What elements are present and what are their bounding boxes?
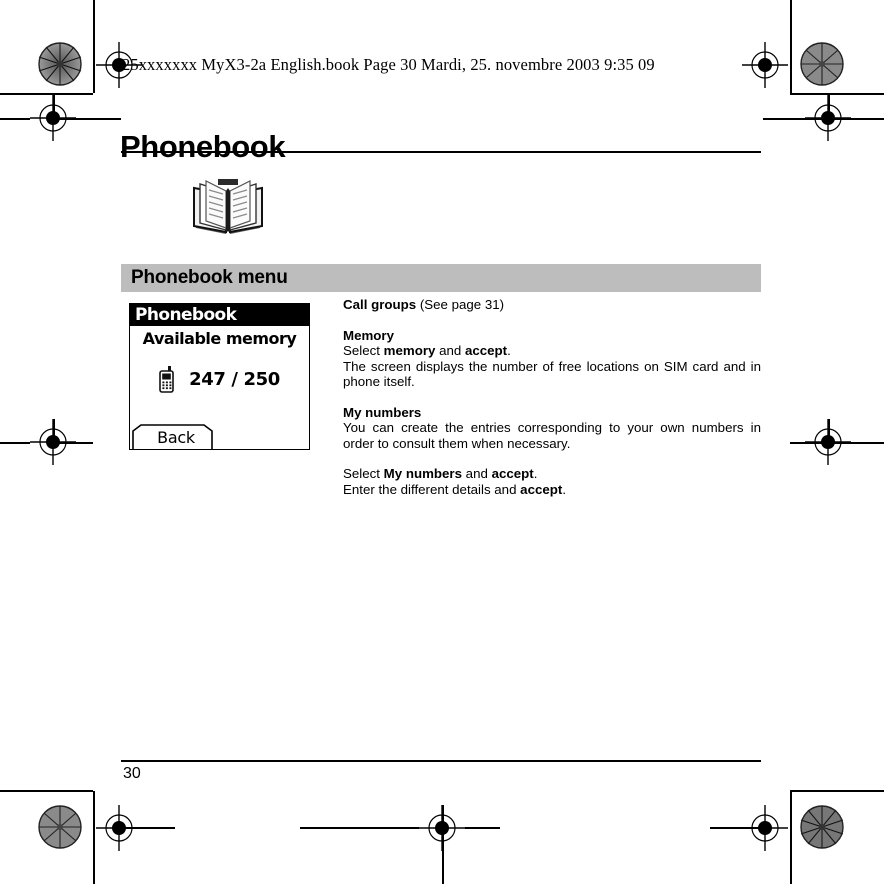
my-numbers-heading: My numbers — [343, 404, 422, 420]
phone-screen-subtitle: Available memory — [142, 329, 297, 348]
enter-details-prefix: Enter the different details and — [343, 481, 521, 497]
my-numbers-heading-line: My numbers — [343, 405, 761, 420]
my-numbers-select-bold-accept: accept — [491, 466, 534, 482]
book-file-header: 25xxxxxxx MyX3-2a English.book Page 30 M… — [122, 55, 655, 74]
call-groups-page-ref: (See page 31) — [416, 297, 505, 312]
enter-details-line: Enter the different details and accept. — [343, 482, 761, 497]
spacer-after-call-groups — [343, 312, 761, 327]
memory-select-prefix: Select — [343, 343, 384, 359]
enter-details-bold-accept: accept — [520, 481, 563, 497]
my-numbers-select-mid: and — [461, 466, 492, 482]
section-bar-phonebook-menu: Phonebook menu — [121, 264, 761, 292]
memory-select-bold-accept: accept — [464, 343, 508, 359]
spacer-after-memory — [343, 389, 761, 404]
phone-screen-memory-row: 247 / 250 — [130, 366, 309, 393]
page-number: 30 — [123, 765, 141, 782]
section-bar-label: Phonebook menu — [131, 267, 288, 288]
memory-body-paragraph: The screen displays the number of free l… — [343, 358, 761, 390]
phone-screen-softkey-back[interactable]: Back — [132, 424, 220, 449]
memory-select-bold-memory: memory — [383, 343, 436, 359]
memory-heading-line: Memory — [343, 328, 761, 343]
phone-screen-memory-count: 247 / 250 — [189, 369, 280, 390]
manual-page: 25xxxxxxx MyX3-2a English.book Page 30 M… — [0, 0, 884, 884]
call-groups-heading: Call groups — [343, 297, 417, 312]
footer-rule — [121, 760, 761, 763]
my-numbers-select-suffix: . — [533, 466, 538, 482]
memory-select-mid: and — [435, 343, 465, 359]
my-numbers-select-line: Select My numbers and accept. — [343, 466, 761, 481]
my-numbers-select-bold-label: My numbers — [383, 466, 462, 482]
call-groups-line: Call groups (See page 31) — [343, 297, 761, 312]
memory-select-line: Select memory and accept. — [343, 343, 761, 358]
phone-screen-mockup: Phonebook Available memory 247 / 250 Bac… — [129, 303, 310, 450]
mobile-handset-icon — [159, 366, 174, 393]
memory-select-suffix: . — [507, 343, 511, 359]
my-numbers-body-paragraph: You can create the entries corresponding… — [343, 420, 761, 451]
page-title: Phonebook — [120, 128, 286, 164]
open-book-icon — [193, 179, 263, 234]
title-underline-rule — [121, 151, 761, 154]
instruction-text-column: Call groups (See page 31) Memory Select … — [343, 297, 761, 497]
phone-screen-softkey-label: Back — [157, 428, 195, 447]
my-numbers-select-prefix: Select — [343, 466, 384, 482]
phone-screen-title: Phonebook — [135, 305, 237, 325]
spacer-after-my-numbers-body — [343, 451, 761, 466]
enter-details-suffix: . — [562, 481, 567, 497]
memory-heading: Memory — [343, 327, 394, 343]
